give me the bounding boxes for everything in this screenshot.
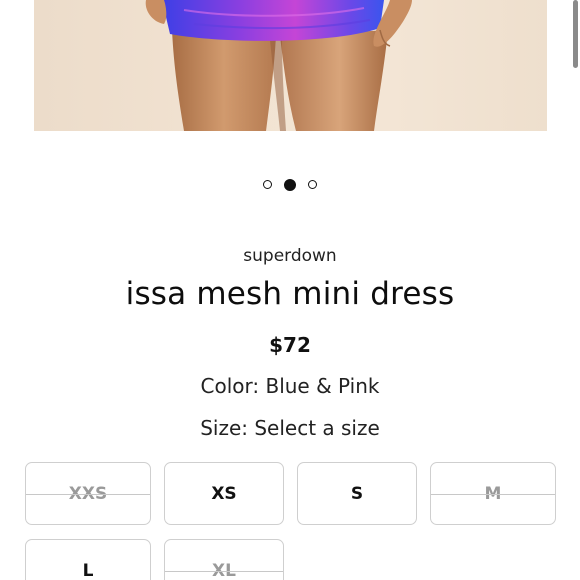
product-page: superdown issa mesh mini dress $72 Color… <box>0 0 580 580</box>
size-option-label: M <box>484 483 502 504</box>
size-option-l[interactable]: L <box>25 539 151 580</box>
size-option-m[interactable]: M <box>430 462 556 525</box>
carousel-dot-active[interactable] <box>284 178 296 191</box>
scrollbar[interactable] <box>573 0 578 68</box>
size-option-label: XXS <box>68 483 108 504</box>
size-option-label: XL <box>212 560 236 580</box>
size-option-xl[interactable]: XL <box>164 539 284 580</box>
size-option-xxs[interactable]: XXS <box>25 462 151 525</box>
product-image[interactable] <box>34 0 547 131</box>
size-option-label: S <box>350 483 364 504</box>
carousel-dot[interactable] <box>308 180 317 189</box>
size-option-label: L <box>82 560 94 580</box>
product-title: issa mesh mini dress <box>125 276 455 312</box>
color-label: Color: Blue & Pink <box>200 374 380 398</box>
product-brand[interactable]: superdown <box>0 246 580 266</box>
carousel-dot[interactable] <box>263 180 272 189</box>
size-option-label: XS <box>211 483 237 504</box>
carousel-dots <box>0 178 580 191</box>
size-option-xs[interactable]: XS <box>164 462 284 525</box>
size-label: Size: Select a size <box>200 416 380 440</box>
size-option-s[interactable]: S <box>297 462 417 525</box>
product-price: $72 <box>269 333 311 357</box>
product-photo-illustration <box>145 0 412 131</box>
